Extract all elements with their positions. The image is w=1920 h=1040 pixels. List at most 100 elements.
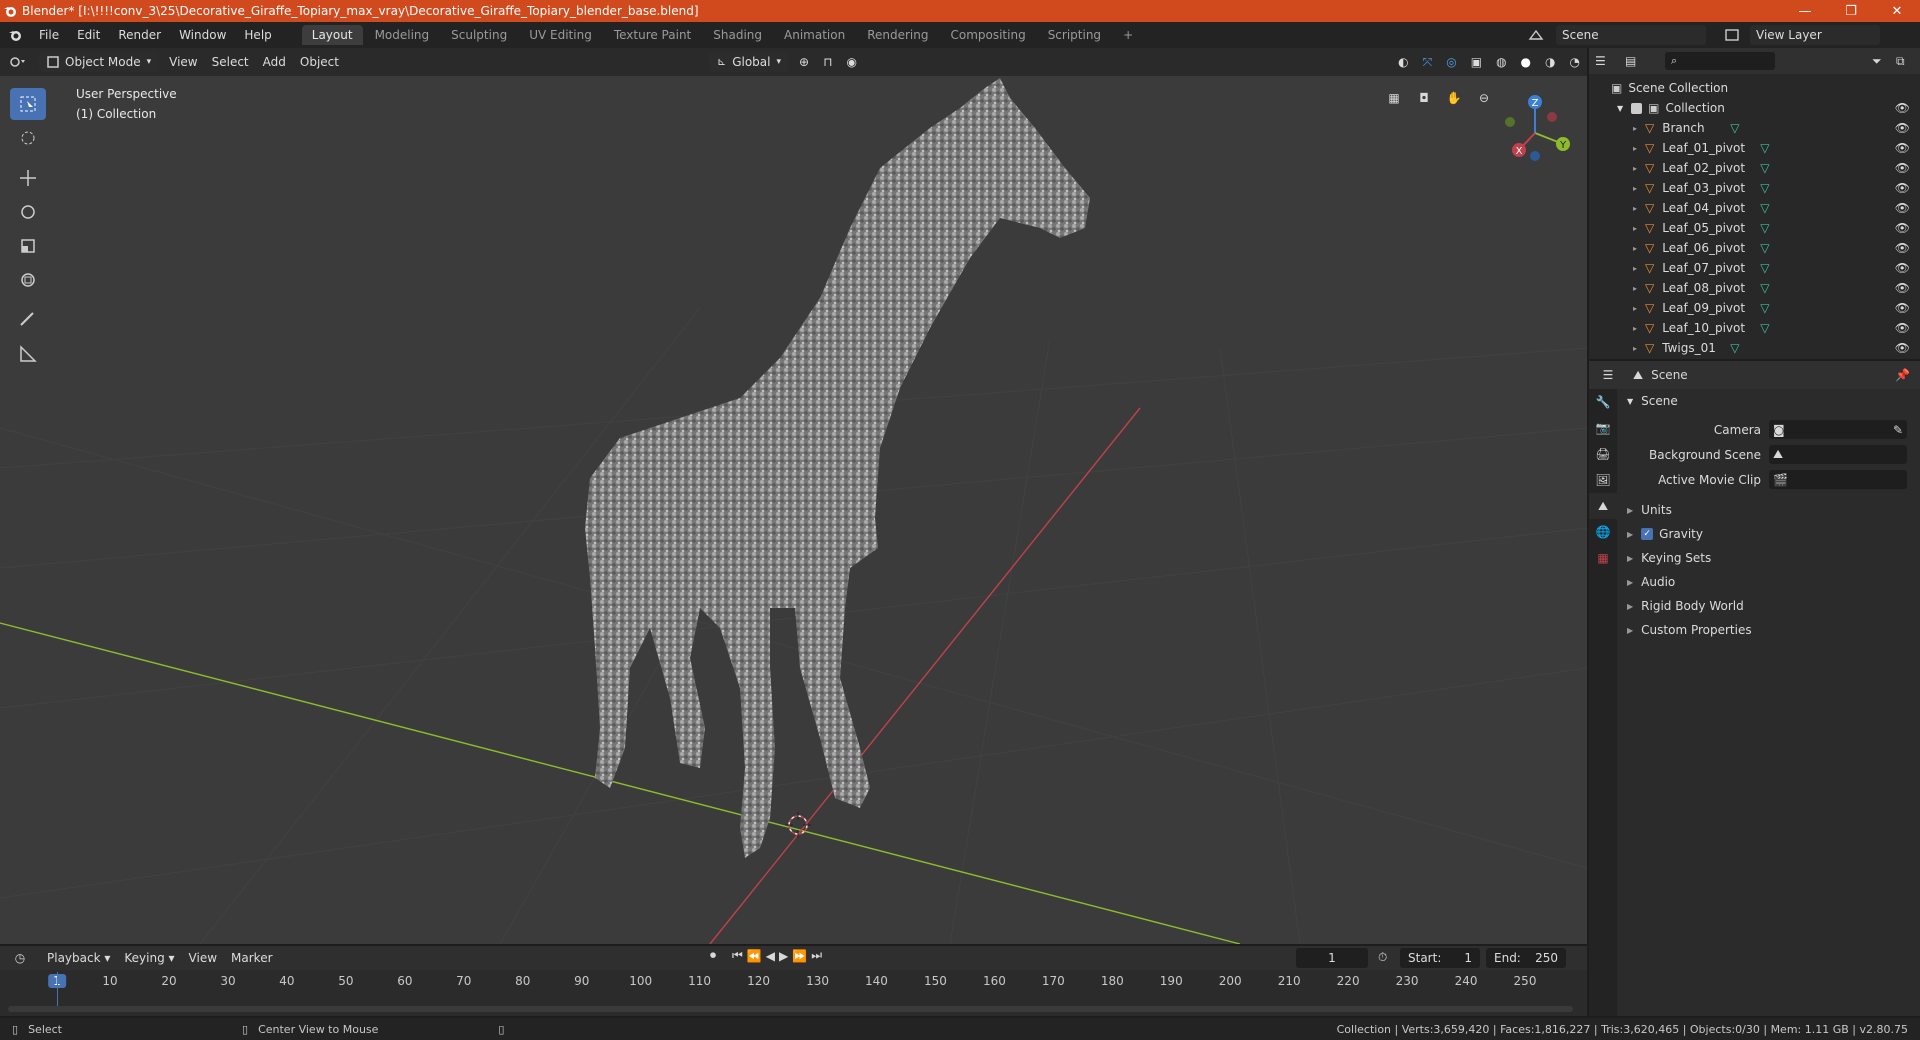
eye-icon[interactable]: 👁 [1895,281,1910,295]
expand-arrow-icon[interactable]: ▸ [1633,264,1637,273]
toggle-perspective-icon[interactable]: ▦ [1382,86,1406,110]
play-reverse-button[interactable]: ◀ [766,949,775,963]
annotate-tool-icon[interactable] [10,304,46,336]
mesh-data-icon[interactable]: ▽ [1760,321,1769,335]
mesh-data-icon[interactable]: ▽ [1760,221,1769,235]
view-layer-selector[interactable]: View Layer [1750,25,1880,45]
expand-arrow-icon[interactable]: ▸ [1633,184,1637,193]
zoom-icon[interactable]: ⊖ [1472,86,1496,110]
outliner-row-object[interactable]: ▸ ▽ Leaf_05_pivot ▽ 👁 [1589,218,1920,238]
editor-type-icon[interactable] [0,55,36,69]
mesh-data-icon[interactable]: ▽ [1760,161,1769,175]
eye-icon[interactable]: 👁 [1895,201,1910,215]
eye-icon[interactable]: 👁 [1895,141,1910,155]
mesh-data-icon[interactable]: ▽ [1760,241,1769,255]
mesh-data-icon[interactable]: ▽ [1760,181,1769,195]
pin-icon[interactable]: 📌 [1895,368,1910,382]
add-workspace-button[interactable]: + [1113,25,1143,45]
viewport-menu-view[interactable]: View [162,52,204,72]
rotate-tool-icon[interactable] [10,196,46,228]
subpanel-custom-properties[interactable]: ▶ Custom Properties [1619,618,1920,642]
expand-arrow-icon[interactable]: ▸ [1633,224,1637,233]
solid-shading-icon[interactable]: ● [1514,52,1538,72]
camera-field[interactable]: ◙ ✎ [1769,420,1907,439]
jump-keyframe-back-button[interactable]: ⏪ [747,949,762,963]
jump-start-button[interactable]: ⏮ [732,948,743,963]
new-collection-icon[interactable]: ⧉ [1896,54,1920,69]
scale-tool-icon[interactable] [10,230,46,262]
tool-tab-icon[interactable]: 🔧 [1589,389,1617,415]
overlay-toggle-icon[interactable]: ◎ [1439,52,1463,72]
marker-menu[interactable]: Marker [224,948,279,968]
eye-icon[interactable]: 👁 [1895,221,1910,235]
tab-shading[interactable]: Shading [703,25,772,45]
outliner-row-object[interactable]: ▸ ▽ Leaf_02_pivot ▽ 👁 [1589,158,1920,178]
expand-arrow-icon[interactable]: ▸ [1633,244,1637,253]
tab-texture-paint[interactable]: Texture Paint [604,25,701,45]
filter-icon[interactable]: ⏷ [1872,54,1896,69]
pan-hand-icon[interactable]: ✋ [1442,86,1466,110]
expand-arrow-icon[interactable]: ▸ [1633,344,1637,353]
maximize-button[interactable]: ❐ [1828,4,1874,19]
outliner-row-object[interactable]: ▸ ▽ Leaf_10_pivot ▽ 👁 [1589,318,1920,338]
outliner-row-object[interactable]: ▸ ▽ Leaf_08_pivot ▽ 👁 [1589,278,1920,298]
timeline-editor-icon[interactable]: ◷ [0,951,40,965]
cursor-tool-icon[interactable] [10,122,46,154]
background-scene-field[interactable]: ⛰ [1769,445,1907,464]
snap-icon[interactable]: ⊓ [816,52,839,72]
menu-help[interactable]: Help [235,22,280,48]
move-tool-icon[interactable] [10,162,46,194]
visibility-icon[interactable]: ◐ [1391,52,1415,72]
viewport-menu-select[interactable]: Select [205,52,256,72]
rendered-shading-icon[interactable]: ◔ [1563,52,1587,72]
mesh-data-icon[interactable]: ▽ [1730,341,1739,355]
tab-uv-editing[interactable]: UV Editing [519,25,602,45]
properties-editor-icon[interactable]: ☰ [1589,368,1627,382]
outliner-row-object[interactable]: ▸ ▽ Branch ▽ 👁 [1589,118,1920,138]
subpanel-audio[interactable]: ▶ Audio [1619,570,1920,594]
mesh-data-icon[interactable]: ▽ [1760,201,1769,215]
mesh-data-icon[interactable]: ▽ [1760,281,1769,295]
active-movie-clip-field[interactable]: 🎬 [1769,470,1907,489]
close-button[interactable]: ✕ [1874,4,1920,19]
viewport-menu-object[interactable]: Object [293,52,346,72]
timeline-view-menu[interactable]: View [182,948,224,968]
subpanel-keying-sets[interactable]: ▶ Keying Sets [1619,546,1920,570]
3d-viewport[interactable]: Object Mode ▾ View Select Add Object ⊾ G… [0,48,1587,944]
eyedropper-icon[interactable]: ✎ [1893,423,1903,437]
tab-animation[interactable]: Animation [774,25,855,45]
record-button[interactable]: ⏺ [710,948,716,963]
outliner-row-object[interactable]: ▸ ▽ Leaf_01_pivot ▽ 👁 [1589,138,1920,158]
scene-selector[interactable]: Scene [1556,25,1706,45]
eye-icon[interactable]: 👁 [1895,161,1910,175]
transform-orientation-dropdown[interactable]: ⊾ Global ▾ [708,52,789,72]
expand-arrow-icon[interactable]: ▸ [1633,304,1637,313]
texture-tab-icon[interactable]: ▦ [1589,545,1617,571]
gizmo-toggle-icon[interactable]: ⤧ [1416,52,1440,72]
outliner-search-input[interactable]: ⌕ [1665,52,1775,70]
subpanel-gravity[interactable]: ▶ ✓ Gravity [1619,522,1920,546]
tab-rendering[interactable]: Rendering [857,25,938,45]
camera-view-icon[interactable]: ◘ [1412,86,1436,110]
tab-compositing[interactable]: Compositing [940,25,1035,45]
subpanel-rigid-body-world[interactable]: ▶ Rigid Body World [1619,594,1920,618]
expand-arrow-icon[interactable]: ▸ [1633,324,1637,333]
expand-arrow-icon[interactable]: ▸ [1633,124,1637,133]
menu-render[interactable]: Render [109,22,170,48]
outliner-row-scene-collection[interactable]: ▣ Scene Collection [1589,78,1920,98]
outliner-row-object[interactable]: ▸ ▽ Leaf_09_pivot ▽ 👁 [1589,298,1920,318]
outliner-row-object[interactable]: ▸ ▽ Twigs_01 ▽ 👁 [1589,338,1920,358]
xray-icon[interactable]: ▣ [1464,52,1489,72]
expand-arrow-icon[interactable]: ▸ [1633,284,1637,293]
outliner-row-object[interactable]: ▸ ▽ Leaf_06_pivot ▽ 👁 [1589,238,1920,258]
collection-checkbox[interactable] [1631,102,1643,114]
tab-modeling[interactable]: Modeling [365,25,440,45]
eye-icon[interactable]: 👁 [1895,241,1910,255]
mode-dropdown[interactable]: Object Mode ▾ [39,52,160,72]
current-frame-field[interactable]: 1 [1296,948,1368,968]
playback-menu[interactable]: Playback ▾ [40,948,117,968]
select-box-tool-icon[interactable] [10,88,46,120]
blender-menu-icon[interactable] [0,28,30,42]
expand-arrow-icon[interactable]: ▼ [1617,104,1623,113]
eye-icon[interactable]: 👁 [1895,181,1910,195]
